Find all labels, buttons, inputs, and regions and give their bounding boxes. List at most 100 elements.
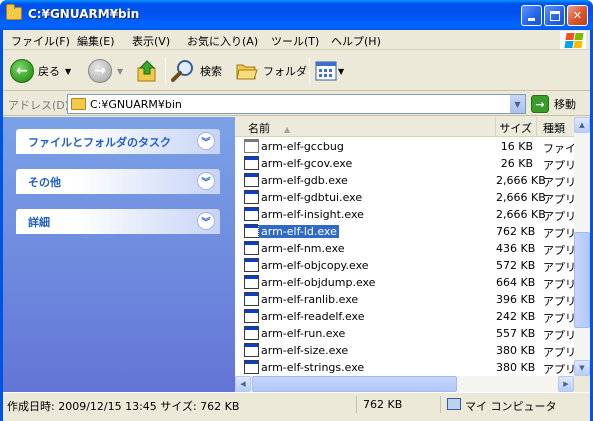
logo-green-pane [574,33,584,40]
toolbar-separator [309,58,310,84]
search-label: 検索 [200,65,222,78]
menu-edit[interactable]: 編集(E) [77,33,115,49]
minimize-button[interactable] [521,5,542,26]
list-header: 名前 ▲ サイズ 種類 [235,117,574,137]
menu-view[interactable]: 表示(V) [132,33,170,49]
task-pane: ファイルとフォルダのタスク ︾ その他 ︾ 詳細 ︾ [3,117,235,392]
file-type: アプリケ [543,363,574,374]
file-name: arm-elf-gdbtui.exe [261,191,363,204]
exe-file-icon [244,241,259,255]
exe-file-icon [244,224,259,238]
file-type: ファイル [543,142,574,155]
file-name: arm-elf-ranlib.exe [261,293,359,306]
title-bar[interactable]: C:¥GNUARM¥bin ✕ [0,0,593,30]
maximize-button[interactable] [544,5,565,26]
menu-tools[interactable]: ツール(T) [271,33,319,49]
exe-file-icon [244,258,259,272]
file-size: 16 KB [500,140,533,153]
back-button[interactable]: ← 戻る ▼ [10,57,71,85]
vertical-scrollbar[interactable]: ▲ ▼ [574,117,590,376]
file-row[interactable]: arm-elf-ld.exe 762 KB アプリケ [235,223,574,240]
file-type: アプリケ [543,261,574,274]
file-row[interactable]: arm-elf-readelf.exe 242 KB アプリケ [235,308,574,325]
menu-bar: ファイル(F) 編集(E) 表示(V) お気に入り(A) ツール(T) ヘルプ(… [3,30,590,50]
views-button[interactable]: ▼ [315,57,344,85]
exe-file-icon [244,343,259,357]
file-row[interactable]: arm-elf-gccbug 16 KB ファイル [235,138,574,155]
file-name: arm-elf-gdb.exe [261,174,348,187]
file-name: arm-elf-readelf.exe [261,310,365,323]
chevron-down-icon[interactable]: ▼ [509,95,525,113]
file-size: 242 KB [496,310,536,323]
go-button[interactable]: → 移動 [531,94,576,114]
address-input[interactable]: C:¥GNUARM¥bin ▼ [67,94,526,114]
scroll-up-icon[interactable]: ▲ [574,117,590,133]
folders-button[interactable]: フォルダ [235,57,307,85]
file-row[interactable]: arm-elf-insight.exe 2,666 KBアプリケ [235,206,574,223]
scroll-left-icon[interactable]: ◀ [235,376,251,392]
file-type: アプリケ [543,210,574,223]
close-button[interactable]: ✕ [567,5,588,26]
close-icon: ✕ [572,9,583,22]
file-row[interactable]: arm-elf-ranlib.exe 396 KB アプリケ [235,291,574,308]
horizontal-scrollbar[interactable]: ◀ ▶ [235,376,574,392]
exe-file-icon [244,173,259,187]
file-row[interactable]: arm-elf-nm.exe 436 KB アプリケ [235,240,574,257]
file-name: arm-elf-size.exe [261,344,349,357]
toolbar-separator [165,58,166,84]
file-type: アプリケ [543,193,574,206]
logo-red-pane [565,33,575,40]
minimize-icon [528,18,535,21]
menu-file[interactable]: ファイル(F) [11,33,70,49]
exe-file-icon [244,326,259,340]
scroll-down-icon[interactable]: ▼ [574,360,590,376]
file-row[interactable]: arm-elf-size.exe 380 KB アプリケ [235,342,574,359]
chevron-down-icon[interactable]: ▼ [338,67,344,76]
file-name: arm-elf-objdump.exe [261,276,376,289]
up-folder-button[interactable] [136,57,158,85]
file-row[interactable]: arm-elf-gdb.exe 2,666 KBアプリケ [235,172,574,189]
task-group-details[interactable]: 詳細 ︾ [16,209,220,234]
sort-ascending-icon: ▲ [284,125,291,134]
address-label: アドレス(D) [8,99,70,112]
file-name: arm-elf-insight.exe [261,208,364,221]
file-rows: arm-elf-gccbug 16 KB ファイル arm-elf-gcov.exe 2… [235,138,574,374]
file-name: arm-elf-ld.exe [258,224,340,239]
column-header-name[interactable]: 名前 ▲ [235,117,496,136]
task-group-file-folder[interactable]: ファイルとフォルダのタスク ︾ [16,129,220,154]
file-size: 557 KB [496,327,536,340]
client-area: ファイル(F) 編集(E) 表示(V) お気に入り(A) ツール(T) ヘルプ(… [3,30,590,421]
exe-file-icon [244,309,259,323]
vertical-scroll-thumb[interactable] [574,232,590,328]
status-size: 762 KB [359,396,441,413]
menu-help[interactable]: ヘルプ(H) [331,33,381,49]
logo-yellow-pane [573,41,583,48]
chevron-down-icon[interactable]: ︾ [197,132,215,150]
address-bar: アドレス(D) C:¥GNUARM¥bin ▼ → 移動 [3,92,590,116]
file-row[interactable]: arm-elf-strings.exe 380 KB アプリケ [235,359,574,374]
up-folder-icon [137,60,156,82]
file-row[interactable]: arm-elf-objdump.exe 664 KB アプリケ [235,274,574,291]
file-row[interactable]: arm-elf-gdbtui.exe 2,666 KBアプリケ [235,189,574,206]
chevron-down-icon[interactable]: ︾ [197,172,215,190]
file-row[interactable]: arm-elf-gcov.exe 26 KB アプリケ [235,155,574,172]
file-row[interactable]: arm-elf-run.exe 557 KB アプリケ [235,325,574,342]
chevron-down-icon[interactable]: ▼ [65,67,71,76]
search-button[interactable]: 検索 [171,57,222,85]
file-name: arm-elf-gccbug [261,140,344,153]
chevron-down-icon[interactable]: ▼ [117,67,123,76]
file-size: 380 KB [496,344,536,357]
menu-favorites[interactable]: お気に入り(A) [187,33,258,49]
go-arrow-icon: → [531,95,549,113]
file-list: 名前▲ サイズ 種類 arm-elf-gccbug16 KBファイルarm-el… [235,117,590,392]
horizontal-scroll-thumb[interactable] [252,376,457,392]
column-header-size[interactable]: サイズ [496,117,537,136]
file-size: 2,666 KB [496,174,546,187]
windows-logo-icon [560,31,586,49]
forward-button[interactable]: → ▼ [88,57,123,85]
task-group-other[interactable]: その他 ︾ [16,169,220,194]
chevron-down-icon[interactable]: ︾ [197,212,215,230]
file-size: 762 KB [496,225,536,238]
file-row[interactable]: arm-elf-objcopy.exe 572 KB アプリケ [235,257,574,274]
scroll-right-icon[interactable]: ▶ [558,376,574,392]
